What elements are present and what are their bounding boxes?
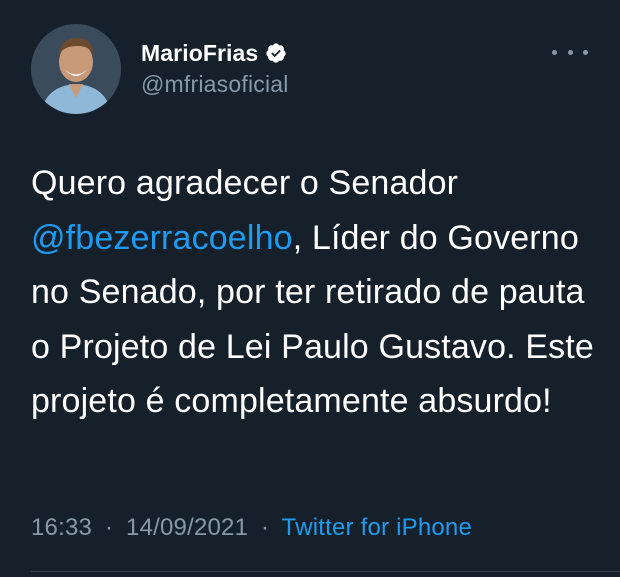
meta-separator: · — [261, 514, 270, 541]
handle[interactable]: @mfriasoficial — [141, 71, 289, 98]
tweet-time[interactable]: 16:33 — [31, 514, 92, 541]
more-horizontal-icon — [552, 49, 557, 55]
more-horizontal-icon — [567, 49, 573, 55]
author-block[interactable]: MarioFrias @mfriasoficial — [141, 38, 289, 98]
tweet-meta: 16:33 · 14/09/2021 · Twitter for iPhone — [31, 514, 472, 542]
divider — [31, 571, 620, 572]
tweet-date[interactable]: 14/09/2021 — [126, 514, 248, 541]
profile-photo-icon — [31, 24, 121, 114]
tweet-source-link[interactable]: Twitter for iPhone — [282, 514, 472, 541]
meta-separator: · — [104, 514, 114, 541]
display-name[interactable]: MarioFrias — [141, 40, 258, 67]
more-horizontal-icon — [583, 49, 588, 55]
avatar[interactable] — [31, 24, 121, 114]
tweet-text-segment: Quero agradecer o Senador — [31, 164, 459, 202]
mention-link[interactable]: @fbezerracoelho — [31, 219, 293, 257]
tweet-text: Quero agradecer o Senador @fbezerracoelh… — [31, 156, 606, 429]
tweet-card: MarioFrias @mfriasoficial Quero agradece… — [0, 0, 620, 577]
verified-badge-icon — [265, 42, 287, 64]
more-options-button[interactable] — [552, 40, 588, 64]
name-row: MarioFrias — [141, 38, 289, 68]
